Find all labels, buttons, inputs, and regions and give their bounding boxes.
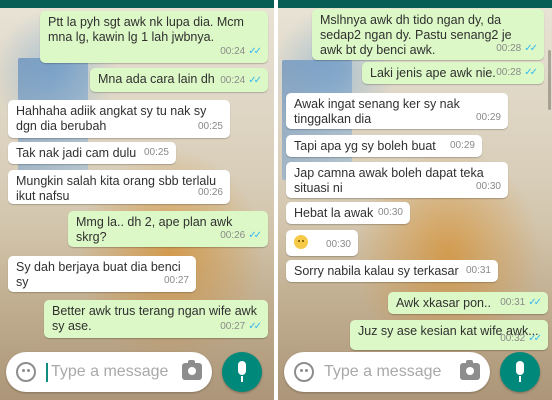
message-meta: 00:24 ✓✓ xyxy=(220,73,262,88)
double-check-icon: ✓✓ xyxy=(524,43,538,54)
message-meta: 00:30 xyxy=(476,179,501,194)
message-meta: 00:26 ✓✓ xyxy=(220,228,262,243)
message-meta: 00:24 ✓✓ xyxy=(220,44,262,59)
double-check-icon: ✓✓ xyxy=(528,297,542,308)
message-time: 00:29 xyxy=(475,112,501,123)
double-check-icon: ✓✓ xyxy=(248,230,262,241)
message-bubble-incoming[interactable]: Hahhaha adiik angkat sy tu nak sy dgn di… xyxy=(8,100,230,138)
message-text: Hahhaha adiik angkat sy tu nak sy dgn di… xyxy=(16,104,207,133)
double-check-icon: ✓✓ xyxy=(248,75,262,86)
chat-header-strip xyxy=(0,0,274,8)
message-text: Tapi apa yg sy boleh buat xyxy=(294,139,436,153)
message-bubble-incoming[interactable]: 00:30 xyxy=(286,230,358,256)
scrollbar[interactable] xyxy=(548,50,551,110)
text-cursor xyxy=(46,363,48,382)
message-time: 00:24 xyxy=(220,75,246,86)
message-bubble-outgoing[interactable]: Mna ada cara lain dh 00:24 ✓✓ xyxy=(90,68,268,92)
message-bubble-incoming[interactable]: Jap camna awak boleh dapat teka situasi … xyxy=(286,162,508,198)
chat-panel-left: Ptt la pyh sgt awk nk lupa dia. Mcm mna … xyxy=(0,0,274,400)
message-meta: 00:26 xyxy=(198,185,223,200)
message-meta: 00:27 xyxy=(164,273,189,288)
message-text: Ptt la pyh sgt awk nk lupa dia. Mcm mna … xyxy=(48,15,244,44)
microphone-icon[interactable] xyxy=(222,352,262,392)
message-meta: 00:27 ✓✓ xyxy=(220,319,262,334)
message-time: 00:25 xyxy=(197,121,223,132)
message-bubble-incoming[interactable]: Tak nak jadi cam dulu 00:25 xyxy=(8,142,176,164)
message-time: 00:31 xyxy=(465,265,491,276)
message-text: Jap camna awak boleh dapat teka situasi … xyxy=(294,166,484,195)
message-bubble-outgoing[interactable]: Ptt la pyh sgt awk nk lupa dia. Mcm mna … xyxy=(40,11,268,63)
message-time: 00:27 xyxy=(163,275,189,286)
message-text: Awak ingat senang ker sy nak tinggalkan … xyxy=(294,97,460,126)
message-bubble-incoming[interactable]: Hebat la awak 00:30 xyxy=(286,202,410,224)
smiley-icon[interactable] xyxy=(16,362,36,382)
message-meta: 00:29 xyxy=(450,138,475,153)
message-meta: 00:31 xyxy=(466,263,491,278)
microphone-icon[interactable] xyxy=(500,352,540,392)
message-meta: 00:25 xyxy=(144,145,169,160)
message-meta: 00:29 xyxy=(476,110,501,125)
double-check-icon: ✓✓ xyxy=(528,333,542,344)
message-bubble-outgoing[interactable]: Juz sy ase kesian kat wife awk... 00:32 … xyxy=(350,320,548,350)
message-composer: Type a message xyxy=(6,352,212,392)
message-time: 00:25 xyxy=(143,147,169,158)
message-time: 00:26 xyxy=(220,230,246,241)
message-text: Mungkin salah kita orang sbb terlalu iku… xyxy=(16,174,217,203)
smiley-icon[interactable] xyxy=(294,362,314,382)
message-meta: 00:28 ✓✓ xyxy=(496,65,538,80)
message-bubble-incoming[interactable]: Awak ingat senang ker sy nak tinggalkan … xyxy=(286,93,508,129)
message-bubble-outgoing[interactable]: Mmg la.. dh 2, ape plan awk skrg? 00:26 … xyxy=(68,211,268,247)
message-bubble-incoming[interactable]: Sorry nabila kalau sy terkasar 00:31 xyxy=(286,260,498,282)
message-bubble-incoming[interactable]: Mungkin salah kita orang sbb terlalu iku… xyxy=(8,170,230,204)
message-time: 00:26 xyxy=(197,187,223,198)
message-time: 00:32 xyxy=(500,333,526,344)
message-time: 00:31 xyxy=(500,297,526,308)
message-input[interactable]: Type a message xyxy=(324,363,441,381)
double-check-icon: ✓✓ xyxy=(248,321,262,332)
worried-face-emoji xyxy=(294,235,308,249)
message-meta: 00:30 xyxy=(378,205,403,220)
message-time: 00:27 xyxy=(220,321,246,332)
message-bubble-outgoing[interactable]: Laki jenis ape awk nie. 00:28 ✓✓ xyxy=(362,62,544,84)
message-input[interactable]: Type a message xyxy=(51,363,168,381)
message-text: Sorry nabila kalau sy terkasar xyxy=(294,264,459,278)
message-meta: 00:25 xyxy=(198,119,223,134)
message-time: 00:28 xyxy=(496,67,522,78)
camera-icon[interactable] xyxy=(182,360,202,380)
message-bubble-outgoing[interactable]: Mslhnya awk dh tido ngan dy, da sedap2 n… xyxy=(312,9,544,60)
message-time: 00:30 xyxy=(475,181,501,192)
message-bubble-outgoing[interactable]: Awk xkasar pon.. 00:31 ✓✓ xyxy=(388,292,548,314)
message-time: 00:28 xyxy=(496,43,522,54)
message-meta: 00:32 ✓✓ xyxy=(500,331,542,346)
message-meta: 00:30 xyxy=(326,237,351,252)
double-check-icon: ✓✓ xyxy=(524,67,538,78)
double-check-icon: ✓✓ xyxy=(248,46,262,57)
chat-panel-right: Mslhnya awk dh tido ngan dy, da sedap2 n… xyxy=(278,0,552,400)
message-time: 00:30 xyxy=(325,239,351,250)
chat-header-strip xyxy=(278,0,552,8)
message-meta: 00:28 ✓✓ xyxy=(496,41,538,56)
message-bubble-incoming[interactable]: Tapi apa yg sy boleh buat 00:29 xyxy=(286,135,482,157)
message-bubble-incoming[interactable]: Sy dah berjaya buat dia benci sy 00:27 xyxy=(8,256,196,292)
message-meta: 00:31 ✓✓ xyxy=(500,295,542,310)
message-time: 00:24 xyxy=(220,46,246,57)
message-time: 00:29 xyxy=(449,140,475,151)
message-time: 00:30 xyxy=(377,207,403,218)
message-composer: Type a message xyxy=(284,352,490,392)
camera-icon[interactable] xyxy=(460,360,480,380)
message-bubble-outgoing[interactable]: Better awk trus terang ngan wife awk sy … xyxy=(44,300,268,338)
